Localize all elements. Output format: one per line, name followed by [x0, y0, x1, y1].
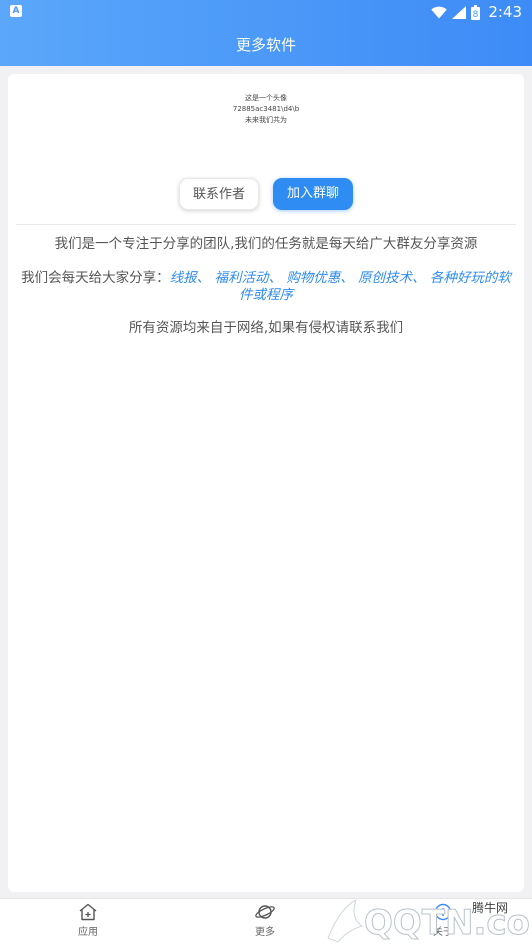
watermark-brand: 腾牛网 [472, 900, 508, 915]
share-text: 我们会每天给大家分享：线报、 福利活动、 购物优惠、 原创技术、 各种好玩的软件… [18, 270, 514, 304]
content-card: 这是一个头像 72885ac3481\d4\b 未来我们共为 联系作者 加入群聊… [8, 74, 524, 892]
home-icon [79, 903, 97, 921]
app-header: A 8 2:43 更多软件 [0, 0, 532, 66]
tab-apps-label: 应用 [78, 927, 98, 938]
intro-text: 我们是一个专注于分享的团队,我们的任务就是每天给广大群友分享资源 [54, 236, 478, 252]
tab-more-label: 更多 [255, 927, 275, 938]
join-group-button[interactable]: 加入群聊 [273, 178, 353, 210]
disclaimer-text: 所有资源均来自于网络,如果有侵权请联系我们 [128, 320, 404, 336]
tab-apps[interactable]: 应用 [58, 903, 118, 938]
battery-level-glyph: 8 [473, 10, 479, 20]
info-line: 这是一个头像 [245, 94, 287, 102]
battery-icon: 8 [471, 4, 481, 20]
signal-icon [452, 5, 467, 19]
share-categories: 线报、 福利活动、 购物优惠、 原创技术、 各种好玩的软件或程序 [169, 270, 511, 303]
status-icons: 8 2:43 [431, 2, 522, 22]
wifi-icon [431, 6, 448, 18]
tab-more[interactable]: 更多 [235, 903, 295, 938]
share-text-prefix: 我们会每天给大家分享： [21, 270, 170, 286]
info-line: 72885ac3481\d4\b [232, 105, 300, 113]
qqtn-watermark: QQTN.com 腾牛网 [327, 899, 532, 944]
status-time: 2:43 [488, 3, 522, 21]
page-title: 更多软件 [235, 36, 296, 54]
status-bar: A 8 2:43 [0, 0, 532, 24]
divider [16, 224, 516, 225]
planet-icon [255, 905, 275, 919]
app-notification-icon: A [10, 5, 22, 17]
contact-author-button[interactable]: 联系作者 [179, 178, 259, 210]
info-text: 这是一个头像 72885ac3481\d4\b 未来我们共为 [8, 93, 524, 126]
info-line: 未来我们共为 [245, 116, 287, 124]
